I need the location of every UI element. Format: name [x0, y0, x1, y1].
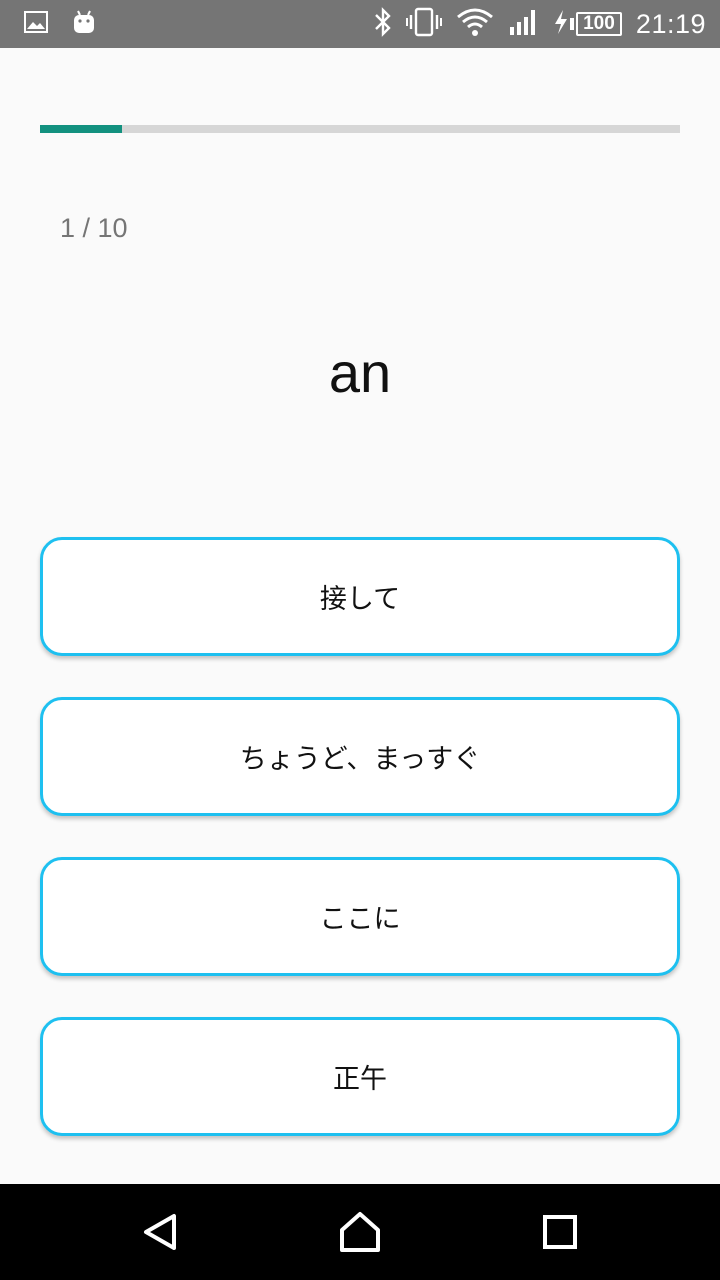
- answer-option-3[interactable]: ここに: [40, 857, 680, 976]
- navigation-bar: [0, 1184, 720, 1280]
- bluetooth-icon: [374, 7, 392, 41]
- back-icon[interactable]: [136, 1208, 184, 1256]
- android-icon: [72, 10, 96, 38]
- battery-icon: 100: [554, 9, 622, 39]
- answer-option-4[interactable]: 正午: [40, 1017, 680, 1136]
- status-bar: 100 21:19: [0, 0, 720, 48]
- recents-icon[interactable]: [536, 1208, 584, 1256]
- clock: 21:19: [635, 8, 706, 39]
- home-icon[interactable]: [336, 1208, 384, 1256]
- quiz-word: an: [328, 341, 392, 404]
- vibrate-icon: [405, 7, 442, 41]
- battery-level: 100: [575, 12, 622, 36]
- quiz-progress-fill: [40, 125, 122, 133]
- answer-option-1[interactable]: 接して: [40, 537, 680, 656]
- charging-icon: [554, 9, 568, 39]
- quiz-progress-bar: [40, 125, 680, 133]
- wifi-icon: [456, 7, 494, 41]
- question-counter: 1 / 10: [60, 213, 128, 243]
- gallery-icon: [24, 11, 48, 37]
- answer-option-2[interactable]: ちょうど、まっすぐ: [40, 697, 680, 816]
- signal-icon: [508, 7, 540, 41]
- answer-options: 接して ちょうど、まっすぐ ここに 正午: [40, 537, 680, 1177]
